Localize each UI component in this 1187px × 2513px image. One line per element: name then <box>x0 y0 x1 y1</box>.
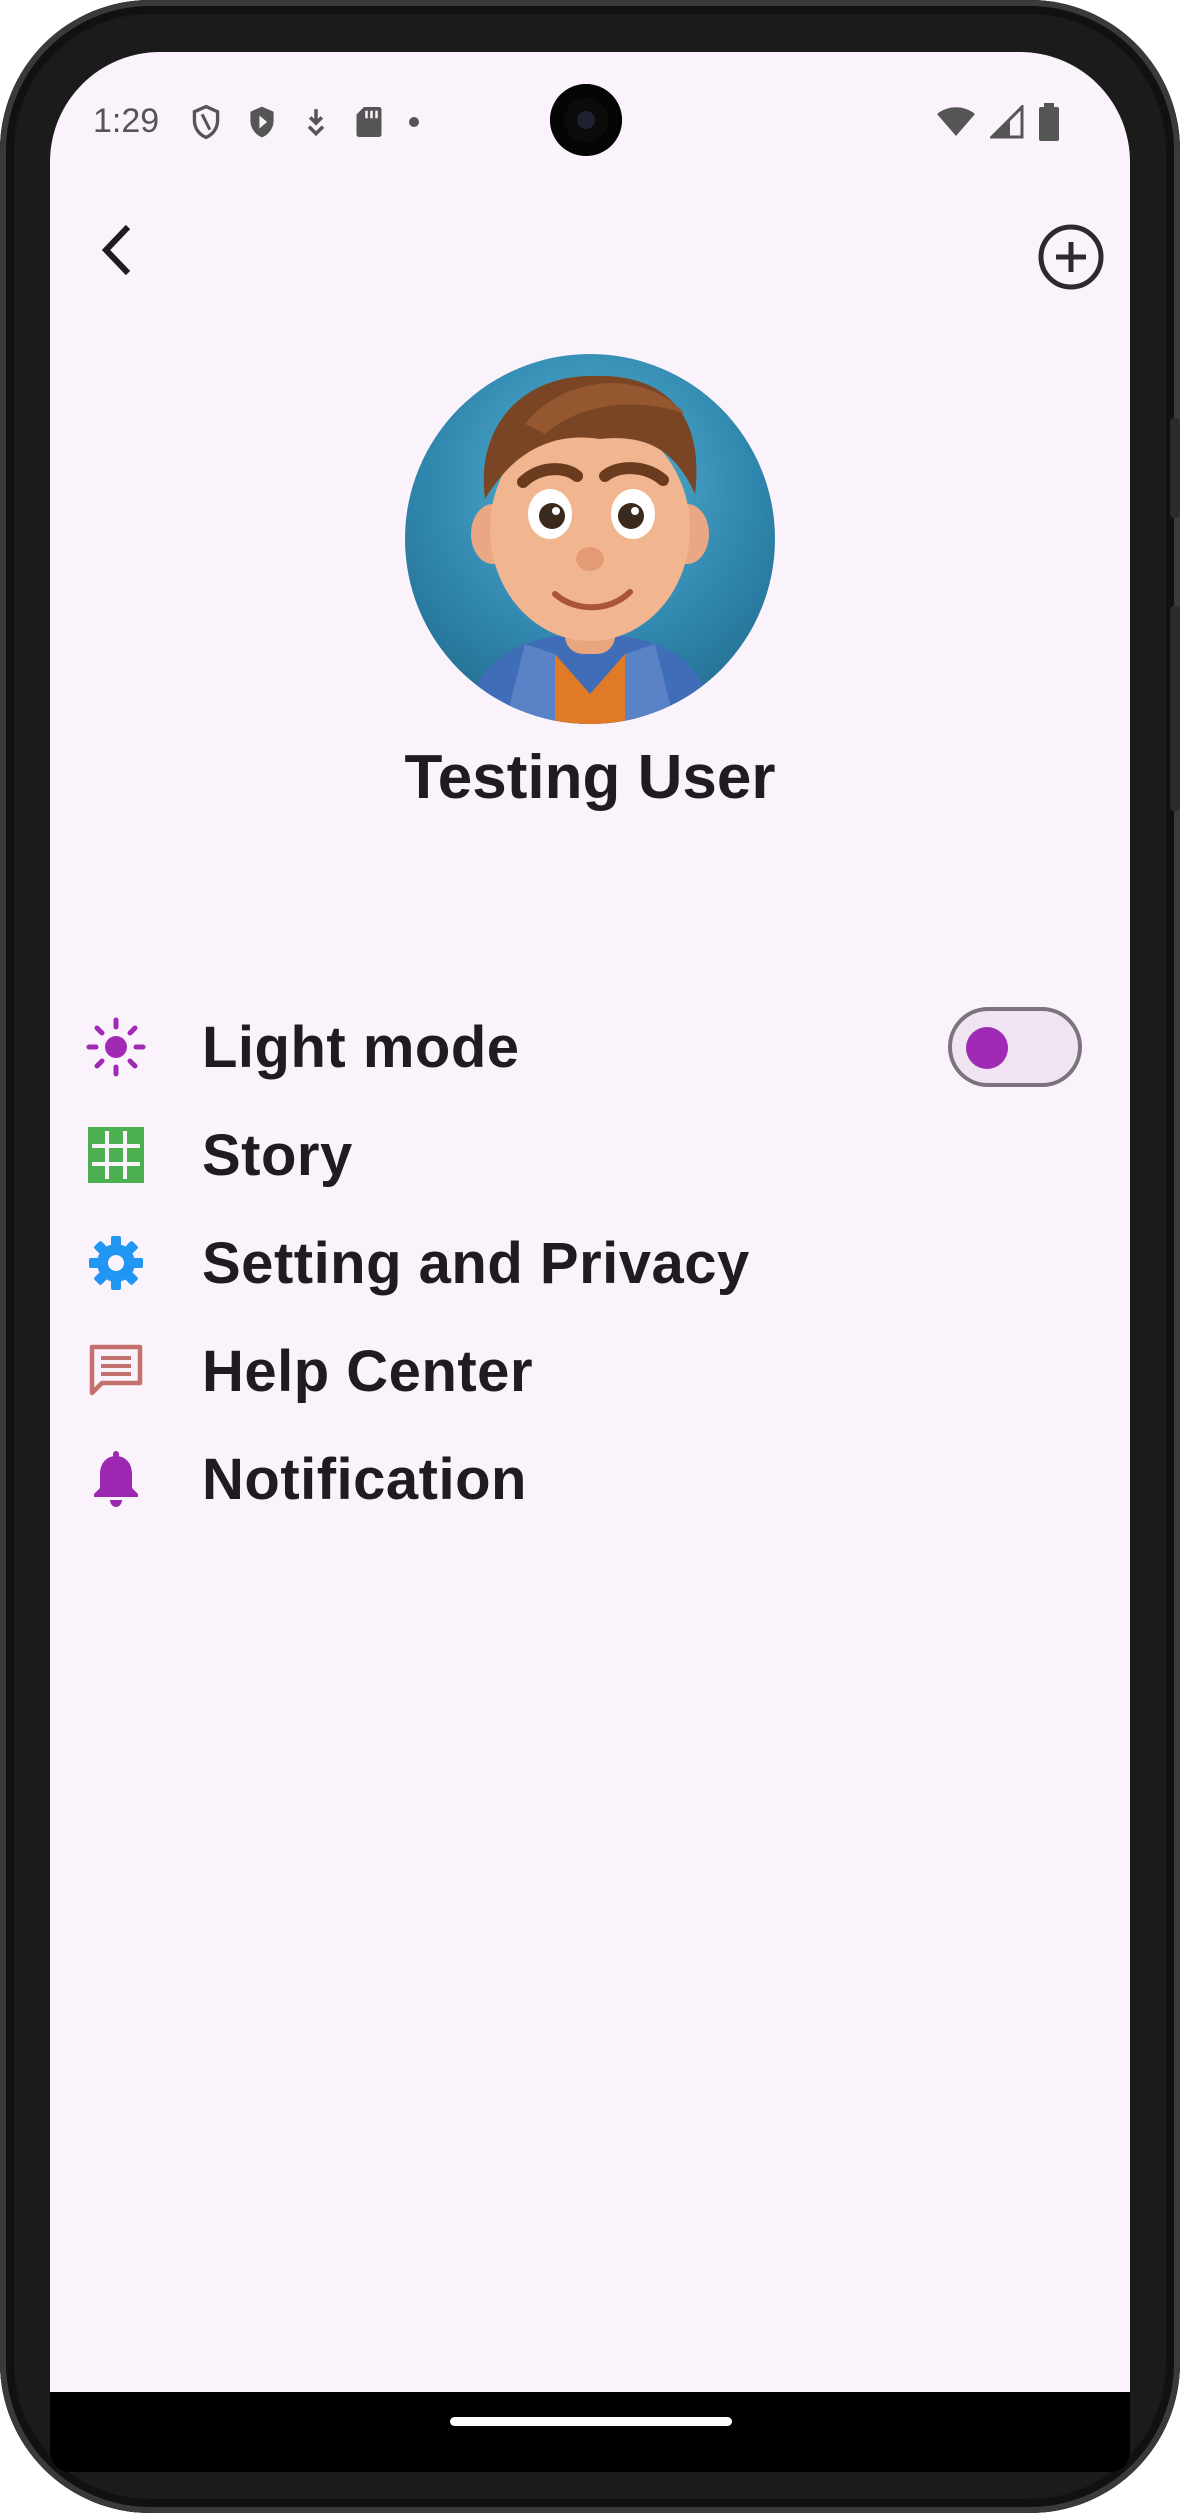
dot-icon <box>409 117 419 127</box>
menu-item-help-center[interactable]: Help Center <box>50 1311 1130 1431</box>
menu-item-label: Story <box>202 1122 353 1188</box>
shield-play-icon <box>250 106 274 138</box>
battery-icon <box>1039 103 1059 141</box>
shield-outline-icon <box>192 104 220 140</box>
menu-item-notification[interactable]: Notification <box>50 1419 1130 1539</box>
phone-frame: 1:29 Testing User Light mode Story Setti… <box>0 0 1180 2513</box>
front-camera <box>550 84 622 156</box>
menu-item-story[interactable]: Story <box>50 1095 1130 1215</box>
grid-icon <box>84 1123 148 1187</box>
phone-side-button <box>1170 418 1180 518</box>
phone-volume-button <box>1170 606 1180 811</box>
profile-name: Testing User <box>404 743 776 812</box>
menu-item-light-mode[interactable]: Light mode <box>50 987 1130 1107</box>
add-button[interactable] <box>1034 220 1108 294</box>
status-icons-right <box>936 102 1060 142</box>
menu-item-label: Light mode <box>202 1014 520 1080</box>
gear-icon <box>84 1231 148 1295</box>
cell-signal-icon <box>990 105 1024 139</box>
status-time: 1:29 <box>93 102 160 140</box>
add-circle-icon <box>1038 224 1104 290</box>
menu-item-label: Help Center <box>202 1338 534 1404</box>
home-indicator[interactable] <box>450 2417 732 2426</box>
chevron-left-icon <box>101 224 131 276</box>
avatar-illustration <box>465 375 715 724</box>
menu-item-label: Notification <box>202 1446 527 1512</box>
bell-icon <box>84 1447 148 1511</box>
menu-item-setting-privacy[interactable]: Setting and Privacy <box>50 1203 1130 1323</box>
sun-icon <box>84 1015 148 1079</box>
sd-card-icon <box>356 107 382 137</box>
chat-icon <box>84 1339 148 1403</box>
toggle-knob <box>966 1027 1008 1069</box>
menu-item-label: Setting and Privacy <box>202 1230 750 1296</box>
status-bar: 1:29 <box>50 52 1130 192</box>
download-icon <box>307 109 325 137</box>
status-icons-left <box>190 102 420 142</box>
app-screen: 1:29 Testing User Light mode Story Setti… <box>50 52 1130 2432</box>
wifi-icon <box>937 107 975 136</box>
back-button[interactable] <box>86 220 146 280</box>
avatar <box>405 354 775 724</box>
light-mode-toggle[interactable] <box>948 1007 1082 1087</box>
phone-chin <box>50 2392 1130 2472</box>
